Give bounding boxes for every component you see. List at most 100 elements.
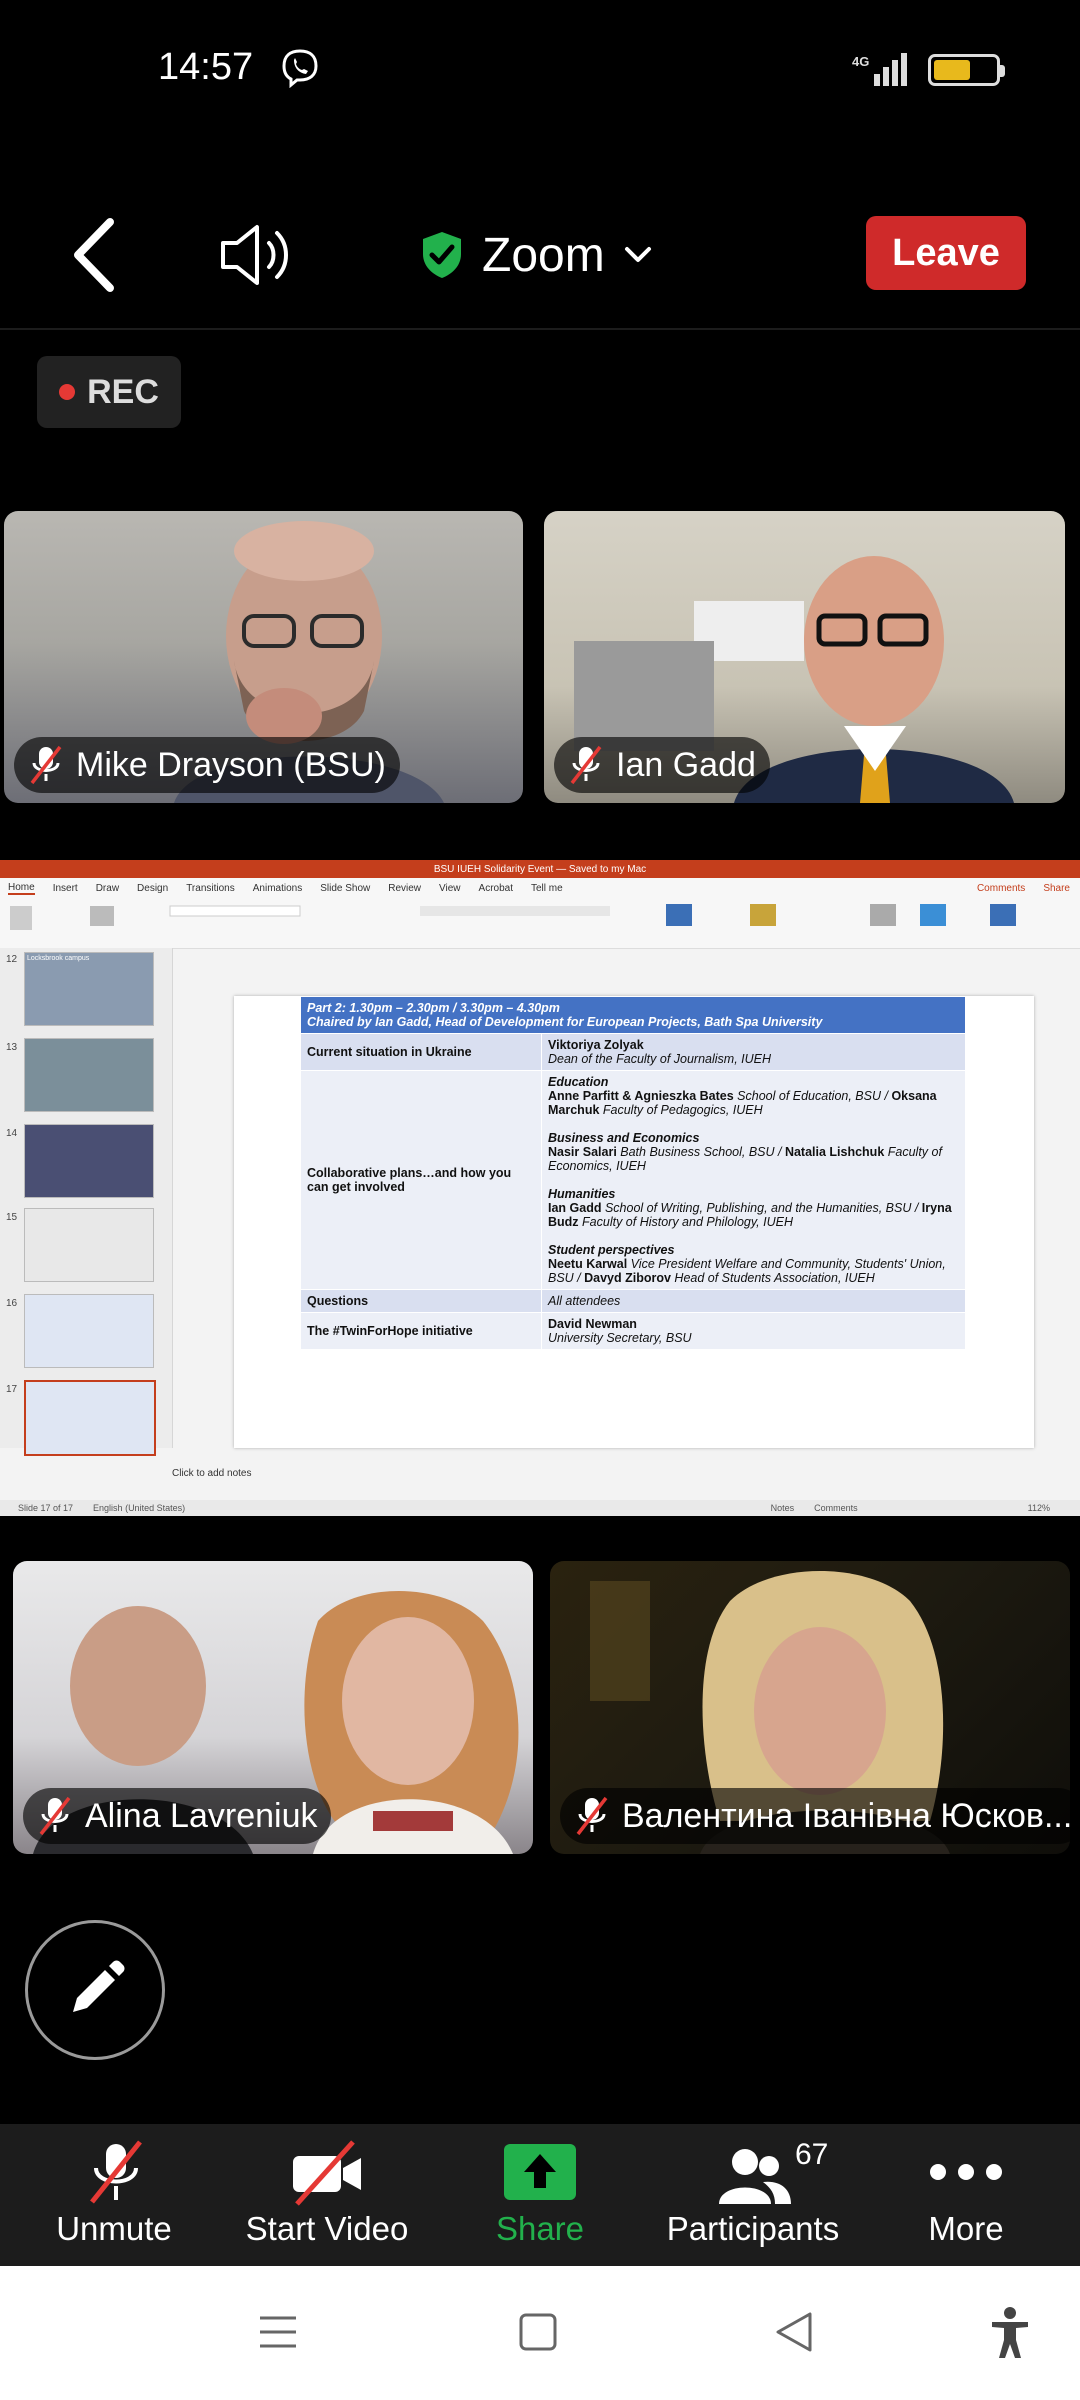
thumb-number: 12 <box>6 954 18 965</box>
mic-muted-icon <box>30 745 62 785</box>
agenda-row-value: Viktoriya Zolyak Dean of the Faculty of … <box>541 1033 966 1071</box>
slide-thumbnail <box>24 1208 154 1282</box>
speaker-role: Faculty of History and Philology, IUEH <box>578 1215 793 1229</box>
unmute-button[interactable]: Unmute <box>14 2124 214 2266</box>
leave-button[interactable]: Leave <box>866 216 1026 290</box>
shared-screen[interactable]: BSU IUEH Solidarity Event — Saved to my … <box>0 860 1080 1516</box>
recording-label: REC <box>87 372 159 411</box>
ppt-tab: Home <box>8 881 35 895</box>
speaker-role: Bath Business School, BSU / <box>616 1145 785 1159</box>
agenda-row-value: Education Anne Parfitt & Agnieszka Bates… <box>541 1070 966 1290</box>
chevron-down-icon <box>624 247 651 262</box>
speaker-name: David Newman <box>548 1317 637 1331</box>
mic-muted-icon <box>570 745 602 785</box>
back-nav-icon[interactable] <box>774 2310 814 2354</box>
share-button[interactable]: Share <box>440 2124 640 2266</box>
participant-name: Mike Drayson (BSU) <box>76 745 386 784</box>
ppt-tab: Acrobat <box>478 882 513 894</box>
video-tile[interactable]: Ian Gadd <box>544 511 1065 803</box>
more-label: More <box>928 2210 1004 2247</box>
agenda-header-line1: Part 2: 1.30pm – 2.30pm / 3.30pm – 4.30p… <box>307 1001 560 1015</box>
video-tile[interactable]: Alina Lavreniuk <box>13 1561 533 1854</box>
agenda-row-text: All attendees <box>548 1294 621 1308</box>
video-off-icon <box>293 2140 361 2206</box>
thumb-number: 16 <box>6 1298 18 1309</box>
more-button[interactable]: More <box>866 2124 1066 2266</box>
participant-name: Ian Gadd <box>616 745 756 784</box>
participant-name-bar: Ian Gadd <box>554 737 770 793</box>
video-tile[interactable]: Mike Drayson (BSU) <box>4 511 523 803</box>
speaker-role: Faculty of Pedagogics, IUEH <box>599 1103 763 1117</box>
thumb-caption: Locksbrook campus <box>27 955 90 962</box>
slide-thumbnail <box>24 1124 154 1198</box>
current-slide: Part 2: 1.30pm – 2.30pm / 3.30pm – 4.30p… <box>234 996 1034 1448</box>
ppt-notes-placeholder: Click to add notes <box>172 1468 252 1479</box>
thumb-number: 14 <box>6 1128 18 1139</box>
participant-name: Валентина Іванівна Юсков... <box>622 1796 1070 1835</box>
slide-thumbnail-selected <box>24 1380 156 1456</box>
start-video-button[interactable]: Start Video <box>227 2124 427 2266</box>
share-arrow-icon <box>504 2144 576 2200</box>
status-time: 14:57 <box>158 46 254 88</box>
agenda-row-label: The #TwinForHope initiative <box>300 1312 542 1350</box>
participants-button[interactable]: 67 Participants <box>653 2124 853 2266</box>
video-tile[interactable]: Валентина Іванівна Юсков... <box>550 1561 1070 1854</box>
more-dots-icon <box>930 2164 1002 2180</box>
mic-muted-icon <box>90 2140 142 2204</box>
section-title: Student perspectives <box>548 1243 675 1257</box>
ppt-tab: Tell me <box>531 882 563 894</box>
participants-label: Participants <box>666 2210 840 2247</box>
ppt-status-bar: Slide 17 of 17 English (United States) N… <box>0 1500 1080 1516</box>
shield-check-icon <box>423 232 461 278</box>
ppt-tab: Review <box>388 882 422 894</box>
section-title: Education <box>548 1075 609 1089</box>
accessibility-icon[interactable] <box>990 2306 1030 2360</box>
thumb-number: 17 <box>6 1384 18 1395</box>
slide-thumbnail <box>24 1038 154 1112</box>
recording-badge: REC <box>37 356 181 428</box>
ppt-tab: Animations <box>252 882 303 894</box>
meeting-title-dropdown[interactable]: Zoom <box>420 220 653 290</box>
agenda-table: Part 2: 1.30pm – 2.30pm / 3.30pm – 4.30p… <box>300 996 966 1350</box>
speaker-name: Ian Gadd <box>548 1201 602 1215</box>
thumb-number: 15 <box>6 1212 18 1223</box>
speaker-button[interactable] <box>215 215 295 295</box>
speaker-role: Dean of the Faculty of Journalism, IUEH <box>548 1052 772 1066</box>
top-divider <box>0 328 1080 330</box>
agenda-header-line2: Chaired by Ian Gadd, Head of Development… <box>307 1015 823 1029</box>
participant-name-bar: Alina Lavreniuk <box>23 1788 332 1844</box>
thumb-number: 13 <box>6 1042 18 1053</box>
agenda-row-label: Current situation in Ukraine <box>300 1033 542 1071</box>
ppt-tab: Transitions <box>186 882 235 894</box>
ppt-notes-toggle: Notes <box>770 1503 795 1513</box>
participant-name: Alina Lavreniuk <box>85 1796 318 1835</box>
back-button[interactable] <box>60 210 130 300</box>
section-title: Business and Economics <box>548 1131 700 1145</box>
ppt-slide-thumbnails: 12 Locksbrook campus 13 14 15 16 17 <box>0 948 173 1456</box>
ppt-share: Share <box>1043 882 1070 894</box>
speaker-name: Neetu Karwal <box>548 1257 628 1271</box>
ppt-tab: Insert <box>52 882 78 894</box>
speaker-role: University Secretary, BSU <box>548 1331 692 1345</box>
speaker-name: Davyd Ziborov <box>584 1271 671 1285</box>
annotate-button[interactable] <box>25 1920 165 2060</box>
slide-thumbnail: Locksbrook campus <box>24 952 154 1026</box>
ppt-tab: View <box>439 882 461 894</box>
slide-thumbnail <box>24 1294 154 1368</box>
speaker-role: School of Writing, Publishing, and the H… <box>601 1201 922 1215</box>
meeting-title-text: Zoom <box>482 228 605 282</box>
speaker-name: Anne Parfitt & Agnieszka Bates <box>548 1089 734 1103</box>
system-nav-bar <box>0 2266 1080 2400</box>
agenda-row-value: David Newman University Secretary, BSU <box>541 1312 966 1350</box>
home-icon[interactable] <box>518 2312 558 2352</box>
participant-name-bar: Валентина Іванівна Юсков... <box>560 1788 1070 1844</box>
agenda-row-value: All attendees <box>541 1289 966 1313</box>
section-title: Humanities <box>548 1187 616 1201</box>
unmute-label: Unmute <box>56 2210 172 2247</box>
ppt-ribbon <box>0 898 1080 949</box>
ppt-comments-toggle: Comments <box>814 1503 858 1513</box>
ppt-comments: Comments <box>976 882 1026 894</box>
speaker-role: Head of Students Association, IUEH <box>670 1271 875 1285</box>
recent-apps-icon[interactable] <box>258 2312 298 2352</box>
agenda-row-label: Questions <box>300 1289 542 1313</box>
